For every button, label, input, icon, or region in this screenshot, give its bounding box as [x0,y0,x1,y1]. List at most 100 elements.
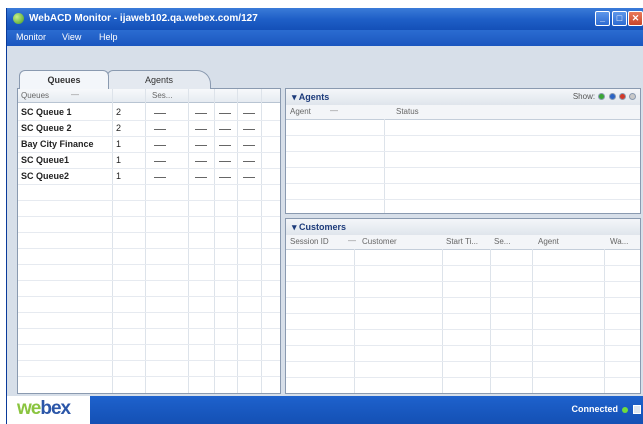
tab-queues[interactable]: Queues [19,70,109,89]
session-column-header[interactable]: Se... [494,237,510,246]
empty-value [219,113,231,114]
column-divider [442,249,443,393]
row-divider [18,152,280,153]
row-divider [18,200,280,201]
filter-unavailable-icon[interactable] [618,93,626,101]
menu-bar: Monitor View Help [7,30,643,46]
column-divider [214,89,215,393]
show-label: Show: [572,92,596,101]
sessions-column-header[interactable]: Ses... [152,91,172,100]
wait-column-header[interactable]: Wa... [610,237,628,246]
customers-title: ▾ Customers [292,222,346,233]
row-divider [286,151,640,152]
empty-value [195,161,207,162]
queues-column-header[interactable]: Queues [21,91,49,100]
status-column-header[interactable]: Status [396,107,419,116]
empty-value [154,145,166,146]
app-icon [13,13,24,24]
row-divider [286,183,640,184]
empty-value [154,129,166,130]
empty-value [154,113,166,114]
queue-name: SC Queue 2 [21,123,72,133]
start-time-column-header[interactable]: Start Ti... [446,237,478,246]
row-divider [18,184,280,185]
queue-name: SC Queue 1 [21,107,72,117]
column-divider [145,89,146,393]
queues-panel: Queues — Ses... SC Queue 1 2 SC Queue 2 … [17,88,281,394]
queue-name: SC Queue1 [21,155,70,165]
agents-title-text: Agents [298,92,330,102]
empty-value [219,177,231,178]
row-divider [286,345,640,346]
empty-value [195,129,207,130]
row-divider [286,199,640,200]
agent-column-header[interactable]: Agent [290,107,311,116]
window-icon[interactable] [633,405,641,414]
agents-table-header: Agent — Status [286,105,640,120]
row-divider [286,329,640,330]
empty-value [243,113,255,114]
agent-column-header[interactable]: Agent [538,237,559,246]
session-id-column-header[interactable]: Session ID [290,237,329,246]
collapse-icon[interactable]: ▾ [292,222,297,232]
status-bar: webex Connected [7,396,643,424]
menu-monitor[interactable]: Monitor [16,32,46,42]
column-divider [532,249,533,393]
empty-value [243,177,255,178]
row-divider [286,361,640,362]
status-filter: Show: [573,92,636,101]
agents-panel: ▾ Agents Show: Agent — Status [285,88,641,214]
customer-column-header[interactable]: Customer [362,237,397,246]
column-divider [112,89,113,393]
column-divider [490,249,491,393]
empty-value [195,145,207,146]
title-bar[interactable]: WebACD Monitor - ijaweb102.qa.webex.com/… [7,8,643,30]
webex-logo: webex [7,396,90,424]
row-divider [286,281,640,282]
row-divider [18,312,280,313]
collapse-icon[interactable]: ▾ [292,92,297,102]
filter-offline-icon[interactable] [629,93,636,101]
row-divider [18,360,280,361]
filter-busy-icon[interactable] [608,93,616,101]
row-divider [18,328,280,329]
filter-available-icon[interactable] [598,93,606,101]
row-divider [286,377,640,378]
queue-name: SC Queue2 [21,171,70,181]
sort-icon: — [71,90,79,99]
row-divider [286,167,640,168]
row-divider [18,168,280,169]
row-divider [18,344,280,345]
customers-table-header: Session ID — Customer Start Ti... Se... … [286,235,640,250]
column-divider [188,89,189,393]
agents-section-header[interactable]: ▾ Agents Show: [286,89,640,106]
row-divider [286,313,640,314]
window-title: WebACD Monitor - ijaweb102.qa.webex.com/… [29,13,258,24]
column-divider [604,249,605,393]
empty-value [195,177,207,178]
queues-table-header: Queues — Ses... [18,89,280,103]
queue-count: 2 [116,123,122,133]
minimize-icon[interactable]: _ [595,11,610,26]
queue-count: 1 [116,155,122,165]
close-icon[interactable]: ✕ [628,11,643,26]
row-divider [18,232,280,233]
sort-icon: — [330,106,338,115]
empty-value [219,161,231,162]
tab-agents[interactable]: Agents [107,70,211,89]
queue-count: 1 [116,171,122,181]
empty-value [243,145,255,146]
column-divider [237,89,238,393]
main-content: Queues Agents Queues — Ses... SC Queue 1… [7,46,643,396]
connection-status: Connected [571,404,618,414]
menu-help[interactable]: Help [99,32,118,42]
row-divider [286,265,640,266]
customers-section-header[interactable]: ▾ Customers [286,219,640,236]
empty-value [219,145,231,146]
row-divider [18,120,280,121]
maximize-icon[interactable]: □ [612,11,627,26]
row-divider [18,264,280,265]
agents-title: ▾ Agents [292,92,329,103]
row-divider [18,248,280,249]
menu-view[interactable]: View [62,32,81,42]
